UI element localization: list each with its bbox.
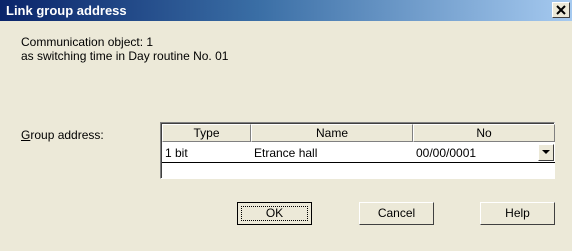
group-address-label-accelerator: G (21, 128, 31, 142)
close-button[interactable] (552, 2, 570, 18)
cell-name: Etrance hall (254, 146, 318, 160)
group-address-label-text: roup address: (30, 128, 104, 142)
cancel-button[interactable]: Cancel (359, 202, 434, 225)
table-row[interactable]: 1 bit Etrance hall 00/00/0001 (162, 143, 555, 163)
ok-button[interactable]: OK (237, 202, 312, 225)
cell-type: 1 bit (165, 146, 188, 160)
column-header-type[interactable]: Type (162, 124, 251, 142)
title-bar: Link group address (0, 0, 572, 21)
cell-no: 00/00/0001 (416, 146, 477, 160)
group-address-label: Group address: (21, 128, 104, 142)
info-line-2: as switching time in Day routine No. 01 (21, 49, 229, 63)
column-header-name[interactable]: Name (251, 124, 413, 142)
info-line-1: Communication object: 1 (21, 35, 154, 49)
ok-button-label: OK (241, 206, 308, 221)
dropdown-button[interactable] (538, 144, 554, 161)
group-address-grid[interactable]: Type Name No 1 bit Etrance hall 00/00/00… (160, 122, 555, 179)
help-button[interactable]: Help (480, 202, 555, 225)
close-icon (556, 3, 566, 18)
column-header-no[interactable]: No (413, 124, 555, 142)
window-title: Link group address (6, 3, 127, 18)
